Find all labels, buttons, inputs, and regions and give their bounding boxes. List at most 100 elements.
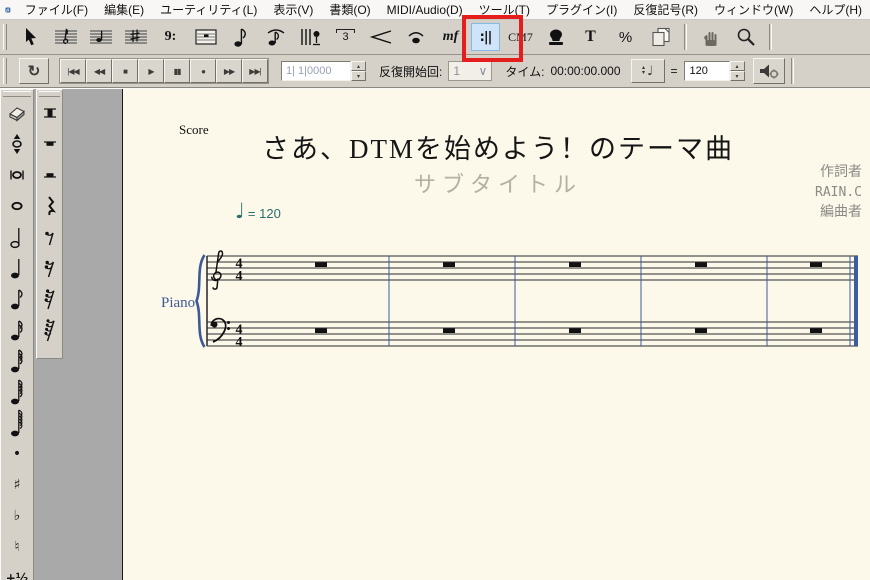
score-page[interactable]: Score さあ、DTMを始めよう！のテーマ曲 サブタイトル 作詞者 RAIN.…	[122, 89, 870, 580]
skip-to-start-button[interactable]: |◀◀	[60, 59, 86, 83]
menu-plugins[interactable]: プラグイン(I)	[538, 0, 625, 20]
flat-tool[interactable]: ♭	[1, 500, 33, 531]
tuplet-number: 3	[340, 31, 350, 43]
thirty-second-rest-icon	[41, 285, 59, 313]
repeat-start-label: 反復開始回:	[379, 63, 442, 80]
pause-button[interactable]: ▮▮	[164, 59, 190, 83]
note-staff-tool[interactable]	[86, 23, 115, 51]
menu-help[interactable]: ヘルプ(H)	[801, 0, 870, 20]
record-button[interactable]: ●	[190, 59, 216, 83]
menu-document[interactable]: 書類(O)	[321, 0, 378, 20]
fast-forward-button[interactable]: ▶▶	[216, 59, 242, 83]
tempo-unit-button[interactable]: ▴▾ ♩	[631, 59, 665, 83]
half-step-tool[interactable]: +½	[1, 562, 33, 580]
app-icon	[5, 3, 11, 17]
augmentation-dot-tool[interactable]: •	[1, 438, 33, 469]
measure-beat-counter[interactable]: 1| 1|0000	[281, 61, 351, 81]
eraser-tool[interactable]	[1, 97, 33, 128]
thirty-second-rest-tool[interactable]	[37, 283, 62, 314]
toolbar-grip[interactable]	[3, 24, 7, 50]
quarter-note-icon	[8, 255, 26, 281]
menu-repeats[interactable]: 反復記号(R)	[625, 0, 706, 20]
resize-tool[interactable]: %	[611, 23, 640, 51]
menu-view[interactable]: 表示(V)	[265, 0, 321, 20]
score-subtitle: サブタイトル	[133, 167, 863, 199]
skip-to-end-button[interactable]: ▶▶|	[242, 59, 268, 83]
whole-rest-tool[interactable]	[37, 128, 62, 159]
spinner-up-icon[interactable]: ▴	[351, 61, 366, 71]
hand-grabber-tool[interactable]	[696, 23, 725, 51]
clef-tool[interactable]: 9:	[156, 23, 185, 51]
hundred-twenty-eighth-note-tool[interactable]	[1, 407, 33, 438]
grand-staff-system[interactable]: 4 4 4 4	[191, 246, 863, 366]
chord-tool[interactable]: CM7	[506, 23, 535, 51]
counter-spinner[interactable]: ▴ ▾	[351, 61, 366, 81]
zoom-tool[interactable]	[731, 23, 760, 51]
key-signature-tool[interactable]	[121, 23, 150, 51]
double-whole-note-icon	[7, 162, 27, 188]
transport-controls: |◀◀ ◀◀ ■ ▶ ▮▮ ● ▶▶ ▶▶|	[59, 58, 269, 84]
quarter-note-tool[interactable]	[1, 252, 33, 283]
tie-note-icon	[404, 27, 428, 47]
spinner-up-icon[interactable]: ▴	[730, 61, 745, 71]
thirty-second-note-tool[interactable]	[1, 345, 33, 376]
rewind-button[interactable]: ◀◀	[86, 59, 112, 83]
time-signature: 4 4 4 4	[236, 257, 243, 350]
menu-midi-audio[interactable]: MIDI/Audio(D)	[379, 1, 471, 19]
double-whole-note-tool[interactable]	[1, 159, 33, 190]
spinner-down-icon[interactable]: ▾	[730, 71, 745, 81]
eighth-note-tool[interactable]	[1, 283, 33, 314]
tuplet-tool[interactable]: 3	[331, 23, 360, 51]
expression-tool[interactable]: mf	[436, 23, 465, 51]
half-note-tool[interactable]	[1, 221, 33, 252]
sharp-tool[interactable]: ♯	[1, 469, 33, 500]
menu-utilities[interactable]: ユーティリティ(L)	[152, 0, 265, 20]
lyrics-tool[interactable]	[296, 23, 325, 51]
whole-note-tool[interactable]	[1, 190, 33, 221]
loop-playback-button[interactable]: ↻	[19, 58, 49, 84]
brace	[197, 255, 205, 347]
measure-icon	[194, 26, 218, 48]
measure-tool[interactable]	[191, 23, 220, 51]
natural-tool[interactable]: ♮	[1, 531, 33, 562]
tempo-input[interactable]: 120	[684, 61, 730, 81]
staff-tool[interactable]	[51, 23, 80, 51]
audio-settings-button[interactable]	[753, 58, 785, 84]
play-button[interactable]: ▶	[138, 59, 164, 83]
quarter-note-glyph: ♩	[235, 201, 245, 221]
repeat-tool[interactable]: :||	[471, 23, 500, 51]
rests-palette	[36, 89, 63, 359]
treble-clef-icon	[212, 251, 223, 289]
stop-button[interactable]: ■	[112, 59, 138, 83]
half-rest-icon	[41, 162, 59, 188]
note-entry-tool[interactable]	[226, 23, 255, 51]
toolbar-grip[interactable]	[3, 58, 7, 84]
page-layout-tool[interactable]	[646, 23, 675, 51]
barlines	[389, 256, 850, 346]
menu-tools[interactable]: ツール(T)	[471, 0, 538, 20]
repeat-start-dropdown[interactable]: 1 ∨	[448, 61, 492, 81]
menu-edit[interactable]: 編集(E)	[96, 0, 152, 20]
treble-staff-icon	[54, 27, 78, 47]
tempo-spinner[interactable]: ▴ ▾	[730, 61, 745, 81]
eighth-rest-tool[interactable]	[37, 221, 62, 252]
tie-tool[interactable]	[401, 23, 430, 51]
menu-window[interactable]: ウィンドウ(W)	[706, 0, 801, 20]
text-tool[interactable]: T	[576, 23, 605, 51]
sixteenth-note-tool[interactable]	[1, 314, 33, 345]
hairpin-tool[interactable]	[366, 23, 395, 51]
sixty-fourth-note-tool[interactable]	[1, 376, 33, 407]
pointer-tool[interactable]	[16, 23, 45, 51]
repitch-tool[interactable]	[1, 128, 33, 159]
hundred-twenty-eighth-note-icon	[8, 409, 26, 437]
spinner-down-icon[interactable]: ▾	[351, 71, 366, 81]
text-tool-glyph: T	[585, 28, 596, 46]
articulation-tool[interactable]	[541, 23, 570, 51]
double-whole-rest-tool[interactable]	[37, 97, 62, 128]
half-rest-tool[interactable]	[37, 159, 62, 190]
quarter-rest-tool[interactable]	[37, 190, 62, 221]
smart-shape-tool[interactable]	[261, 23, 290, 51]
sixty-fourth-rest-tool[interactable]	[37, 314, 62, 345]
menu-file[interactable]: ファイル(F)	[17, 0, 96, 20]
sixteenth-rest-tool[interactable]	[37, 252, 62, 283]
